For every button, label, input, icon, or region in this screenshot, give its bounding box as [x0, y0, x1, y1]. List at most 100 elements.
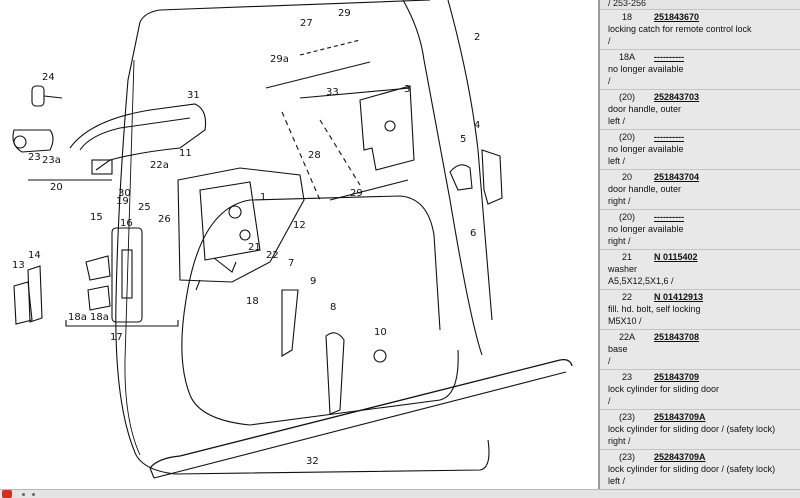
callout-6: 6 — [470, 228, 476, 239]
part-position-number: (23) — [618, 412, 635, 422]
door-lock-diagram: 24 23 23a 20 27 29 29a 33 31 11 22a 19 2… — [12, 0, 573, 479]
part-description-line: / — [608, 356, 611, 366]
callout-31: 31 — [187, 90, 200, 101]
part-number-link[interactable]: 252843703 — [654, 91, 699, 103]
part-number-link[interactable]: 251843670 — [654, 11, 699, 23]
part-row[interactable]: 20 251843704 door handle, outer right / — [600, 169, 800, 209]
part-position-number: (23) — [618, 452, 635, 462]
callout-18: 18 — [246, 296, 259, 307]
part-position-number: 18A — [618, 52, 635, 62]
part-row-header: (23) 251843709A — [608, 411, 800, 423]
part-description-line: fill. hd. bolt, self locking — [608, 304, 701, 314]
part-number-link[interactable]: 251843709A — [654, 411, 706, 423]
part-row-header: (20) ---------- — [608, 131, 800, 143]
part-position-number: 20 — [621, 172, 632, 182]
callout-10: 10 — [374, 327, 387, 338]
callout-29-lower: 29 — [350, 188, 363, 199]
part-description-line: no longer available — [608, 224, 684, 234]
part-position-number: 22A — [618, 332, 635, 342]
part-description-line: / — [608, 396, 611, 406]
part-position-number: (20) — [618, 212, 635, 222]
callout-30: 30 — [118, 188, 131, 199]
callout-11: 11 — [179, 148, 192, 159]
part-row[interactable]: 23 251843709 lock cylinder for sliding doo… — [600, 369, 800, 409]
part-row-header: 22 N 01412913 — [608, 291, 800, 303]
callout-1: 1 — [260, 192, 266, 203]
part-description-line: base — [608, 344, 628, 354]
part-row[interactable]: 18 251843670 locking catch for remote cont… — [600, 9, 800, 49]
callout-22a: 22a — [150, 160, 169, 171]
callout-9a: 9 — [310, 276, 316, 287]
part-row-header: 23 251843709 — [608, 371, 800, 383]
part-row[interactable]: (20) 252843703 door handle, outer left / — [600, 89, 800, 129]
part-position-number: (20) — [618, 92, 635, 102]
callout-21: 21 — [248, 242, 261, 253]
callout-23a: 23a — [42, 155, 61, 166]
part-row[interactable]: (23) 252843709A lock cylinder for sliding … — [600, 449, 800, 489]
part-number-link[interactable]: ---------- — [654, 131, 684, 143]
part-row[interactable]: (23) 251843709A lock cylinder for sliding … — [600, 409, 800, 449]
part-description-line: right / — [608, 236, 631, 246]
part-row[interactable]: 22 N 01412913 fill. hd. bolt, self locking… — [600, 289, 800, 329]
part-row-header: 20 251843704 — [608, 171, 800, 183]
callout-18a-right: 18a — [90, 312, 109, 323]
part-number-link[interactable]: 251843709 — [654, 371, 699, 383]
part-description-line: locking catch for remote control lock — [608, 24, 752, 34]
part-description-line: lock cylinder for sliding door / (safety… — [608, 464, 776, 474]
parts-list-items: 18 251843670 locking catch for remote cont… — [600, 9, 800, 489]
part-row-header: (20) 252843703 — [608, 91, 800, 103]
parts-list-top-note: / 253-256 — [600, 0, 800, 9]
part-description-line: lock cylinder for sliding door / (safety… — [608, 424, 776, 434]
part-description-line: left / — [608, 156, 626, 166]
part-description-line: door handle, outer — [608, 104, 682, 114]
part-row[interactable]: 21 N 0115402 washer A5,5X12,5X1,6 / — [600, 249, 800, 289]
part-row[interactable]: 22A 251843708 base / — [600, 329, 800, 369]
callout-32: 32 — [306, 456, 319, 467]
part-number-link[interactable]: 251843708 — [654, 331, 699, 343]
part-position-number: 18 — [621, 12, 632, 22]
part-number-link[interactable]: 252843709A — [654, 451, 706, 463]
part-position-number: 21 — [621, 252, 632, 262]
part-number-link[interactable]: 251843704 — [654, 171, 699, 183]
part-row[interactable]: (20) ---------- no longer available left / — [600, 129, 800, 169]
part-number-link[interactable]: N 01412913 — [654, 291, 703, 303]
exploded-parts-diagram: 24 23 23a 20 27 29 29a 33 31 11 22a 19 2… — [0, 0, 598, 489]
part-description-line: door handle, outer — [608, 184, 682, 194]
part-position-number: 23 — [621, 372, 632, 382]
part-number-link[interactable]: ---------- — [654, 211, 684, 223]
callout-29-top: 29 — [338, 8, 351, 19]
part-row-header: 21 N 0115402 — [608, 251, 800, 263]
callout-17: 17 — [110, 332, 123, 343]
callout-24: 24 — [42, 72, 55, 83]
callout-12: 12 — [293, 220, 306, 231]
part-position-number: (20) — [618, 132, 635, 142]
callout-15-upper: 15 — [90, 212, 103, 223]
part-row-header: 18A ---------- — [608, 51, 800, 63]
callout-14: 14 — [28, 250, 41, 261]
callout-7: 7 — [288, 258, 294, 269]
part-description-line: left / — [608, 116, 626, 126]
part-row-header: 22A 251843708 — [608, 331, 800, 343]
part-description-line: right / — [608, 196, 631, 206]
part-description-line: washer — [608, 264, 638, 274]
part-row[interactable]: 18A ---------- no longer available / — [600, 49, 800, 89]
part-description-line: no longer available — [608, 64, 684, 74]
part-description-line: A5,5X12,5X1,6 / — [608, 276, 674, 286]
part-description-line: left / — [608, 476, 626, 486]
parts-list-panel[interactable]: / 253-256 18 251843670 locking catch for r… — [598, 0, 800, 489]
part-row-header: (23) 252843709A — [608, 451, 800, 463]
callout-4: 4 — [474, 120, 480, 131]
callout-22: 22 — [266, 250, 279, 261]
callout-8: 8 — [330, 302, 336, 313]
part-number-link[interactable]: N 0115402 — [654, 251, 698, 263]
callout-18a-left: 18a — [68, 312, 87, 323]
callout-27: 27 — [300, 18, 313, 29]
part-row-header: (20) ---------- — [608, 211, 800, 223]
status-dot-icon — [22, 493, 25, 496]
part-description-line: right / — [608, 436, 631, 446]
status-dot-icon — [32, 493, 35, 496]
callout-26: 26 — [158, 214, 171, 225]
part-number-link[interactable]: ---------- — [654, 51, 684, 63]
callout-5: 5 — [460, 134, 466, 145]
part-row[interactable]: (20) ---------- no longer available right / — [600, 209, 800, 249]
